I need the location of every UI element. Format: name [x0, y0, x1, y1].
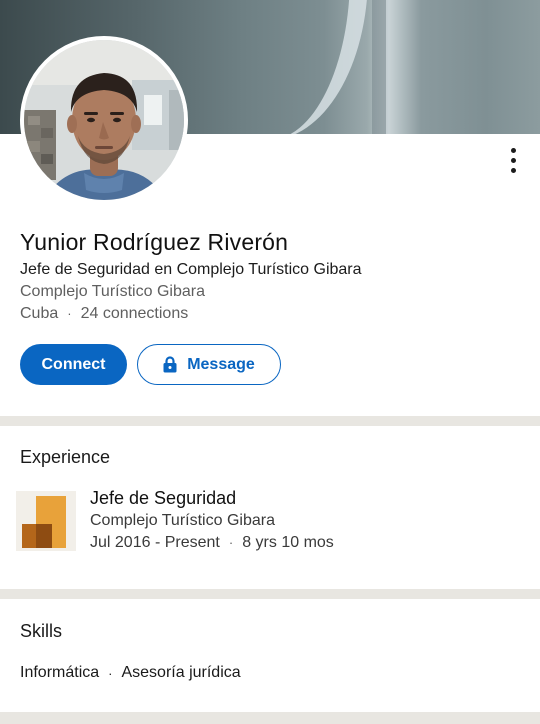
profile-name: Yunior Rodríguez Riverón — [20, 229, 289, 255]
section-divider — [0, 416, 540, 426]
more-vertical-icon-dot — [510, 157, 516, 163]
connections-count[interactable]: 24 connections — [81, 303, 189, 325]
avatar[interactable] — [20, 36, 188, 204]
lock-icon — [163, 356, 177, 373]
connect-button[interactable]: Connect — [20, 344, 127, 385]
section-divider — [0, 589, 540, 599]
location-connections: Cuba · 24 connections — [20, 303, 520, 325]
more-vertical-icon — [510, 147, 516, 153]
experience-section-title: Experience — [20, 447, 111, 467]
experience-company: Complejo Turístico Gibara — [90, 512, 275, 529]
separator-dot: · — [228, 535, 234, 550]
current-company[interactable]: Complejo Turístico Gibara — [20, 281, 520, 303]
skill-item[interactable]: Informática — [20, 664, 99, 682]
avatar-photo-icon — [24, 40, 184, 200]
separator-dot: · — [67, 306, 72, 321]
more-options-button[interactable] — [498, 142, 528, 178]
profile-headline: Jefe de Seguridad en Complejo Turístico … — [20, 261, 362, 278]
experience-item[interactable]: Jefe de Seguridad Complejo Turístico Gib… — [90, 486, 510, 554]
experience-title: Jefe de Seguridad — [90, 488, 237, 508]
skills-list: Informática · Asesoría jurídica — [20, 664, 241, 682]
message-button[interactable]: Message — [137, 344, 281, 385]
location: Cuba — [20, 305, 59, 322]
separator-dot: · — [108, 665, 113, 681]
experience-duration: 8 yrs 10 mos — [242, 534, 334, 551]
experience-dates: Jul 2016 - Present · 8 yrs 10 mos — [90, 532, 510, 554]
company-logo-icon[interactable] — [16, 491, 76, 551]
banner-stripe-decoration — [372, 0, 386, 134]
section-divider — [0, 712, 540, 724]
skills-section-title: Skills — [20, 621, 63, 641]
experience-date-range: Jul 2016 - Present — [90, 534, 220, 551]
message-button-label: Message — [187, 355, 255, 373]
skill-item[interactable]: Asesoría jurídica — [121, 664, 240, 682]
profile-intro: Yunior Rodríguez Riverón Jefe de Segurid… — [20, 226, 520, 325]
more-vertical-icon-dot — [510, 167, 516, 173]
profile-actions: Connect Message — [20, 344, 281, 385]
banner-arc-decoration — [170, 0, 368, 134]
